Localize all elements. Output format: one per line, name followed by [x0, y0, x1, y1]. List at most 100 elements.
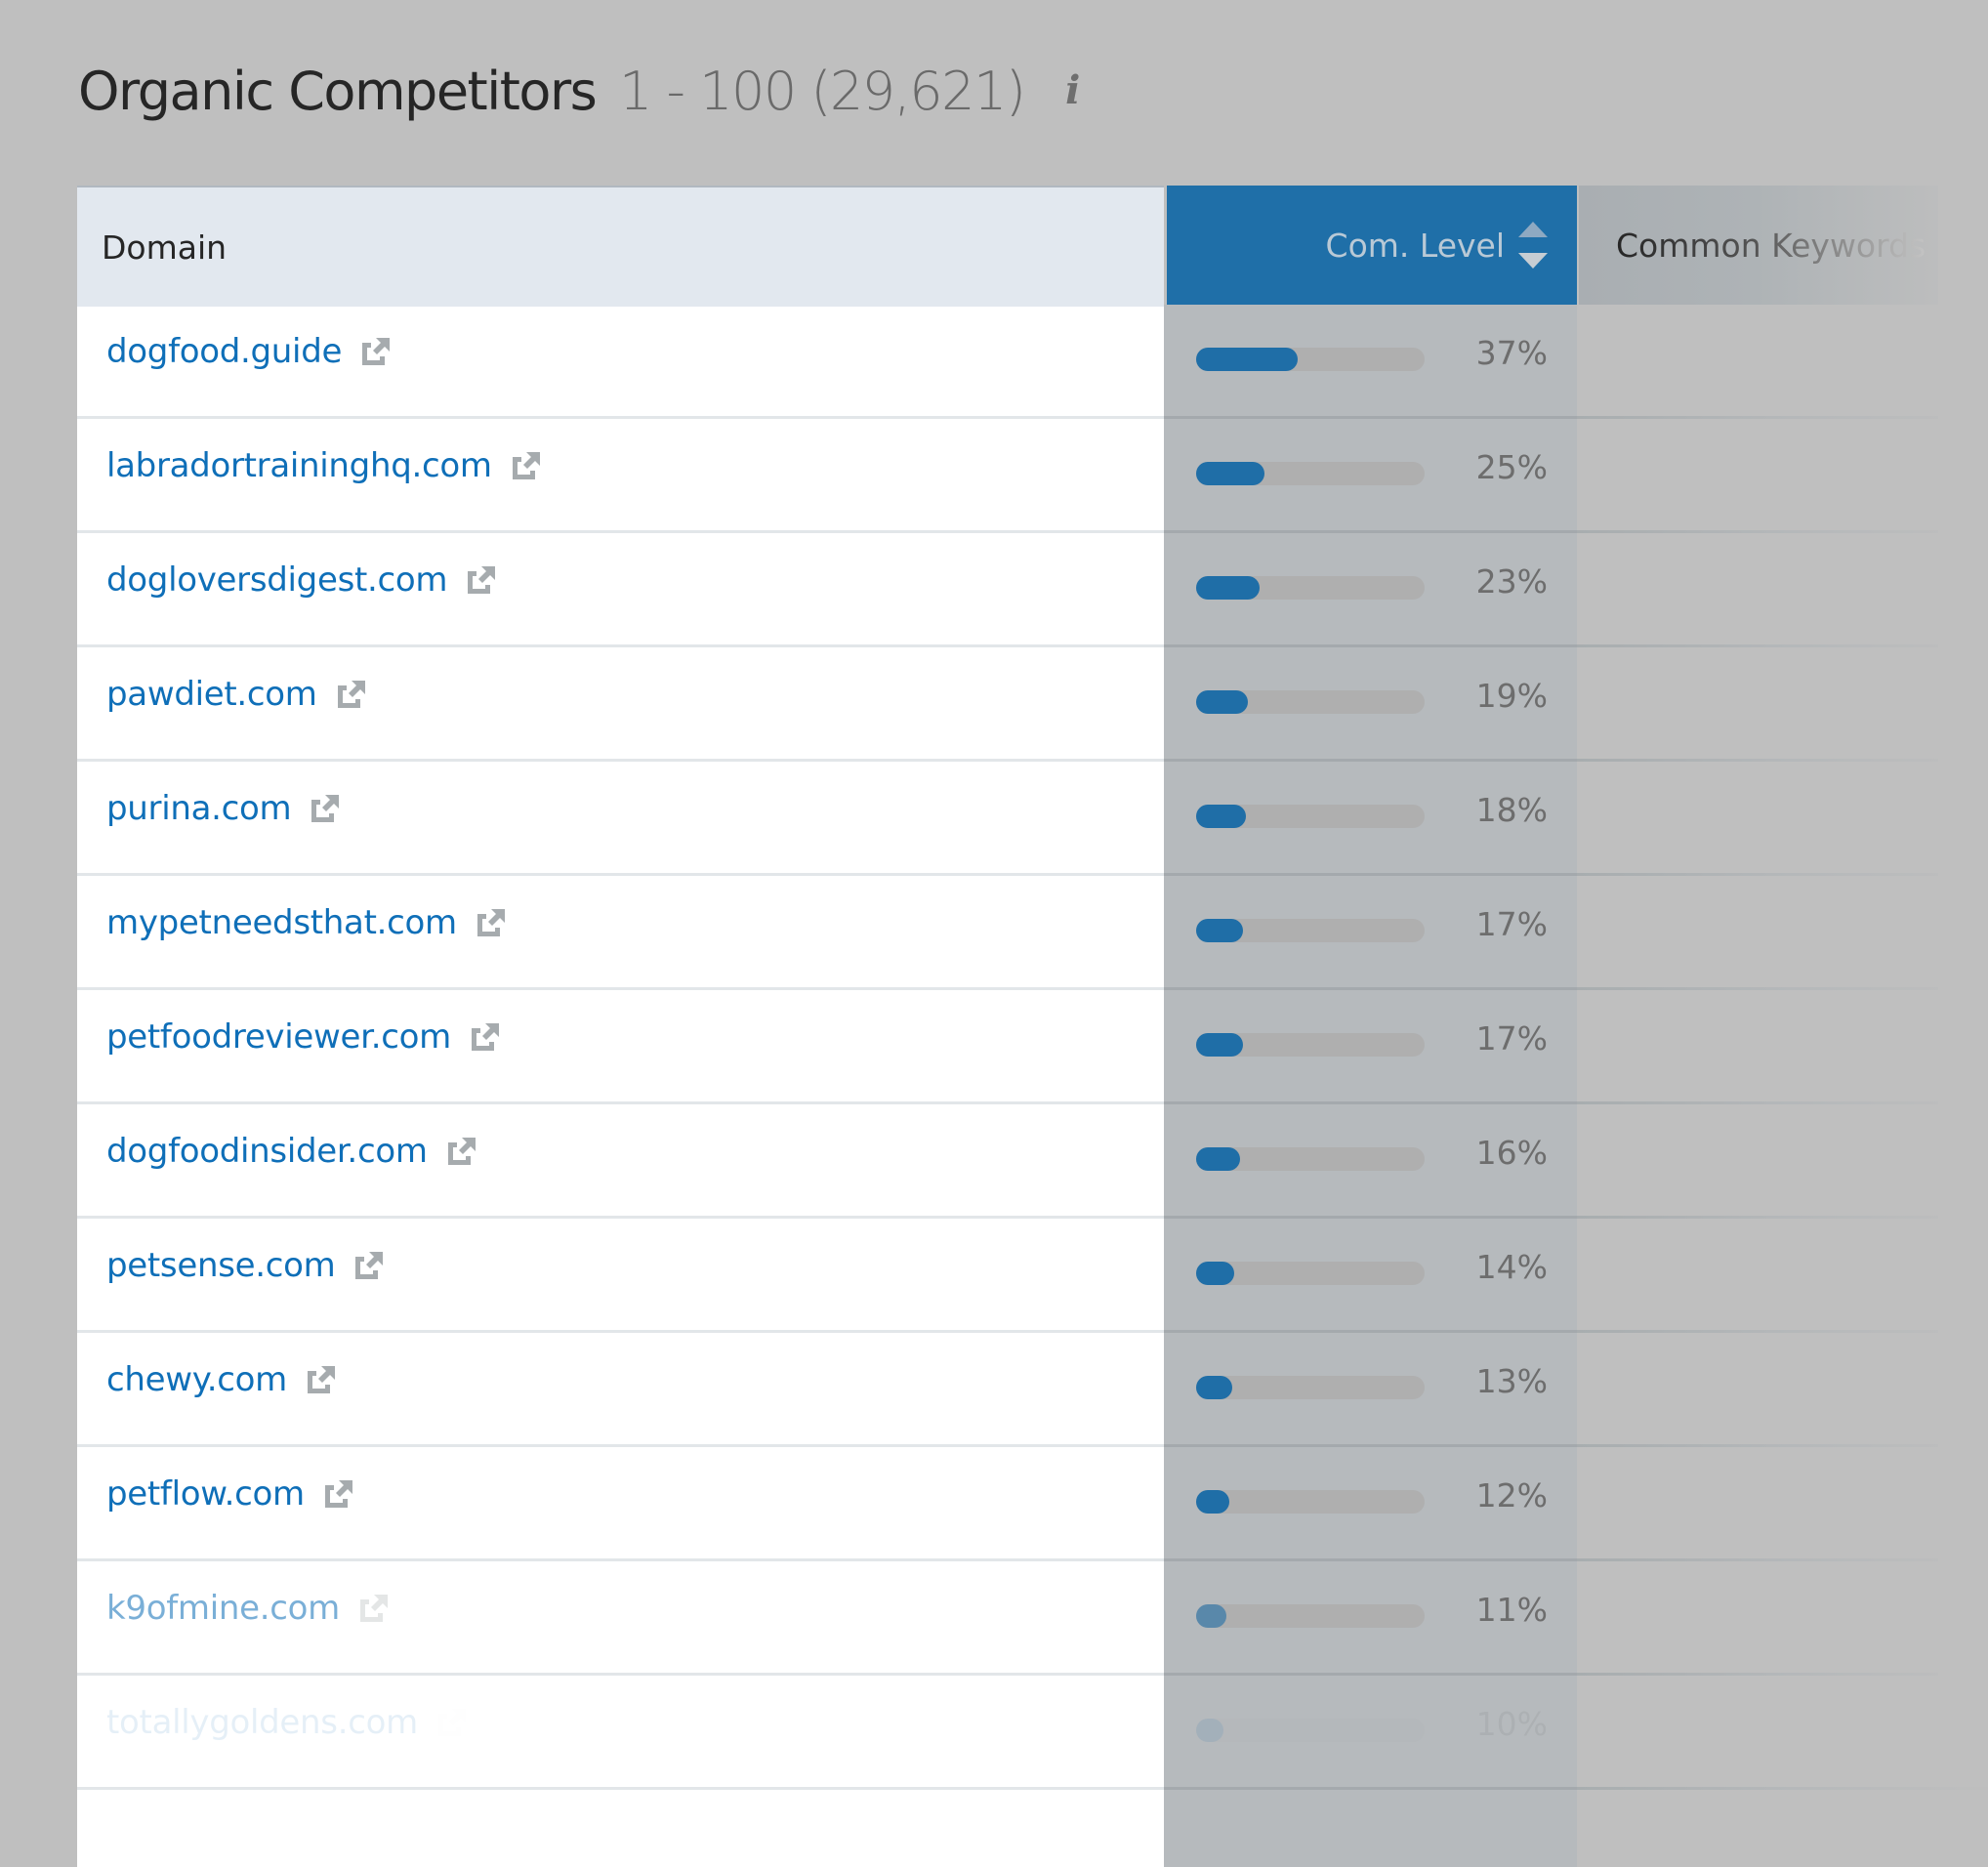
- com-level-bar-fill: [1196, 1376, 1232, 1399]
- com-level-bar: [1196, 805, 1425, 828]
- com-level-bar: [1196, 348, 1425, 371]
- info-icon[interactable]: i: [1065, 67, 1080, 113]
- table-body: dogfood.guide 37% 10.2K labradortraining…: [77, 305, 1988, 1790]
- domain-link[interactable]: totallygoldens.com: [106, 1703, 418, 1742]
- domain-link[interactable]: dogfoodinsider.com: [106, 1132, 428, 1171]
- table-row: petfoodreviewer.com 17% 5K: [77, 990, 1988, 1104]
- com-level-bar-fill: [1196, 462, 1264, 485]
- domain-cell: dogfoodinsider.com: [106, 1132, 478, 1171]
- row-divider: [77, 1787, 1164, 1790]
- com-level-bar-fill: [1196, 1147, 1240, 1171]
- external-link-icon[interactable]: [510, 449, 543, 482]
- external-link-icon[interactable]: [469, 1020, 502, 1054]
- domain-cell: petsense.com: [106, 1246, 386, 1285]
- com-level-value: 16%: [1475, 1134, 1548, 1172]
- com-level-bar: [1196, 576, 1425, 600]
- table-row: mypetneedsthat.com 17% 7.1K: [77, 876, 1988, 990]
- com-level-value: 37%: [1475, 334, 1548, 372]
- com-level-bar-fill: [1196, 1262, 1234, 1285]
- domain-cell: chewy.com: [106, 1360, 338, 1399]
- table-row: dogfood.guide 37% 10.2K: [77, 305, 1988, 419]
- com-level-value: 11%: [1475, 1591, 1548, 1629]
- com-level-bar: [1196, 919, 1425, 942]
- table-row: petsense.com 14% 4.6K: [77, 1219, 1988, 1333]
- domain-cell: petfoodreviewer.com: [106, 1017, 502, 1057]
- domain-link[interactable]: chewy.com: [106, 1360, 287, 1399]
- domain-link[interactable]: dogfood.guide: [106, 332, 342, 371]
- column-header-com-level-label: Com. Level: [1325, 226, 1505, 265]
- external-link-icon[interactable]: [445, 1135, 478, 1168]
- com-level-bar-fill: [1196, 576, 1260, 600]
- external-link-icon[interactable]: [322, 1477, 355, 1511]
- domain-cell: dogloversdigest.com: [106, 560, 498, 600]
- row-divider: [1164, 1787, 1577, 1790]
- domain-cell: mypetneedsthat.com: [106, 903, 508, 942]
- com-level-bar: [1196, 1262, 1425, 1285]
- com-level-value: 25%: [1475, 448, 1548, 486]
- column-header-domain-label: Domain: [102, 228, 228, 267]
- page-title: Organic Competitors 1 - 100 (29,621) i: [78, 61, 1080, 122]
- com-level-bar: [1196, 462, 1425, 485]
- domain-link[interactable]: pawdiet.com: [106, 675, 317, 714]
- domain-cell: totallygoldens.com: [106, 1703, 469, 1742]
- right-edge-fade: [1938, 186, 1988, 1785]
- com-level-bar-fill: [1196, 1033, 1243, 1057]
- domain-link[interactable]: purina.com: [106, 789, 292, 828]
- com-level-value: 23%: [1475, 562, 1548, 601]
- domain-link[interactable]: petfoodreviewer.com: [106, 1017, 451, 1057]
- domain-cell: purina.com: [106, 789, 342, 828]
- table-row: pawdiet.com 19% 5.6K: [77, 647, 1988, 762]
- column-header-common-keywords[interactable]: Common Keywords: [1579, 186, 1969, 305]
- sort-up-down-icon[interactable]: [1518, 216, 1548, 274]
- page-title-text: Organic Competitors: [78, 61, 598, 122]
- com-level-value: 17%: [1475, 905, 1548, 943]
- row-divider: [1577, 1787, 1988, 1790]
- external-link-icon[interactable]: [309, 792, 342, 825]
- external-link-icon[interactable]: [475, 906, 508, 939]
- column-header-com-level[interactable]: Com. Level: [1167, 186, 1577, 305]
- external-link-icon[interactable]: [352, 1249, 386, 1282]
- external-link-icon[interactable]: [305, 1363, 338, 1396]
- table-row: labradortraininghq.com 25% 7K: [77, 419, 1988, 533]
- com-level-value: 13%: [1475, 1362, 1548, 1400]
- external-link-icon[interactable]: [335, 678, 368, 711]
- com-level-bar: [1196, 1719, 1425, 1742]
- domain-link[interactable]: labradortraininghq.com: [106, 446, 492, 485]
- com-level-bar-fill: [1196, 1719, 1223, 1742]
- domain-link[interactable]: petsense.com: [106, 1246, 336, 1285]
- table-row: chewy.com 13% 20.6K: [77, 1333, 1988, 1447]
- com-level-bar: [1196, 1376, 1425, 1399]
- com-level-bar: [1196, 1033, 1425, 1057]
- table-row: dogloversdigest.com 23% 4.8K: [77, 533, 1988, 647]
- table-row: dogfoodinsider.com 16% 4.3K: [77, 1104, 1988, 1219]
- domain-link[interactable]: petflow.com: [106, 1474, 305, 1514]
- external-link-icon[interactable]: [435, 1706, 469, 1739]
- com-level-bar: [1196, 1604, 1425, 1628]
- com-level-value: 12%: [1475, 1476, 1548, 1514]
- com-level-bar-fill: [1196, 1490, 1229, 1514]
- com-level-bar-fill: [1196, 919, 1243, 942]
- com-level-value: 14%: [1475, 1248, 1548, 1286]
- domain-link[interactable]: dogloversdigest.com: [106, 560, 448, 600]
- competitors-table: Domain Com. Level Common Keywords dogfoo…: [77, 186, 1988, 1867]
- com-level-value: 17%: [1475, 1019, 1548, 1058]
- com-level-bar: [1196, 1147, 1425, 1171]
- com-level-bar-fill: [1196, 690, 1248, 714]
- com-level-bar-fill: [1196, 1604, 1226, 1628]
- table-row: k9ofmine.com 11% 6.6K: [77, 1561, 1988, 1676]
- domain-link[interactable]: k9ofmine.com: [106, 1589, 340, 1628]
- domain-link[interactable]: mypetneedsthat.com: [106, 903, 457, 942]
- domain-cell: labradortraininghq.com: [106, 446, 543, 485]
- domain-cell: pawdiet.com: [106, 675, 368, 714]
- table-row: purina.com 18% 6.7K: [77, 762, 1988, 876]
- com-level-value: 10%: [1475, 1705, 1548, 1743]
- external-link-icon[interactable]: [359, 335, 393, 368]
- external-link-icon[interactable]: [357, 1592, 391, 1625]
- com-level-bar: [1196, 1490, 1425, 1514]
- table-row: totallygoldens.com 10%: [77, 1676, 1988, 1790]
- sort-ascending-icon[interactable]: [1518, 222, 1548, 237]
- com-level-bar-fill: [1196, 348, 1298, 371]
- column-header-domain[interactable]: Domain: [77, 186, 1164, 307]
- sort-descending-icon[interactable]: [1518, 253, 1548, 269]
- external-link-icon[interactable]: [465, 563, 498, 597]
